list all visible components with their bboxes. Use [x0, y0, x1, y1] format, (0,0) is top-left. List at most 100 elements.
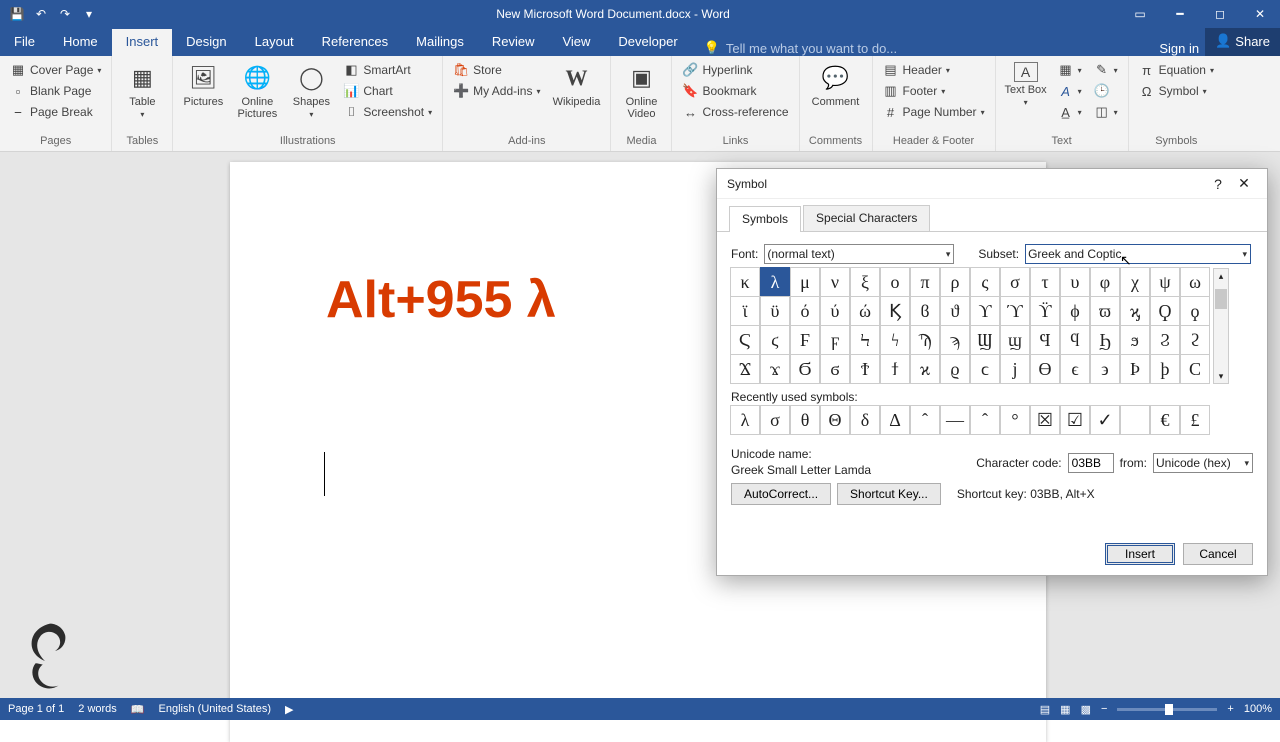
symbol-cell[interactable]: ο [880, 267, 910, 297]
symbol-cell[interactable]: Ϸ [1120, 354, 1150, 384]
equation-button[interactable]: πEquation▾ [1135, 60, 1218, 80]
tab-developer[interactable]: Developer [604, 29, 691, 56]
symbol-cell[interactable]: ϥ [1060, 325, 1090, 355]
sign-in-link[interactable]: Sign in [1159, 41, 1205, 56]
charcode-input[interactable] [1068, 453, 1114, 473]
recent-symbol-cell[interactable]: — [940, 405, 970, 435]
tab-references[interactable]: References [308, 29, 402, 56]
scroll-up-icon[interactable]: ▴ [1214, 269, 1228, 283]
symbol-cell[interactable]: Ϣ [970, 325, 1000, 355]
symbol-cell[interactable]: ξ [850, 267, 880, 297]
symbol-cell[interactable]: φ [1090, 267, 1120, 297]
recent-symbol-cell[interactable]: Θ [820, 405, 850, 435]
read-mode-icon[interactable]: ▤ [1040, 703, 1050, 716]
maximize-icon[interactable]: ◻ [1200, 0, 1240, 28]
page-break-button[interactable]: ⎯Page Break [6, 102, 105, 122]
tab-insert[interactable]: Insert [112, 29, 173, 56]
comment-button[interactable]: 💬Comment [806, 60, 866, 110]
symbol-cell[interactable]: Ϡ [910, 325, 940, 355]
help-icon[interactable]: ? [1205, 176, 1231, 192]
symbol-cell[interactable]: ϒ [970, 296, 1000, 326]
redo-icon[interactable]: ↷ [54, 3, 76, 25]
symbol-cell[interactable]: ϗ [1120, 296, 1150, 326]
recent-symbol-cell[interactable]: δ [850, 405, 880, 435]
symbol-cell[interactable]: ϱ [940, 354, 970, 384]
tab-home[interactable]: Home [49, 29, 112, 56]
symbol-cell[interactable]: Ϯ [850, 354, 880, 384]
symbol-cell[interactable]: π [910, 267, 940, 297]
zoom-in-icon[interactable]: + [1227, 703, 1233, 715]
tab-design[interactable]: Design [172, 29, 240, 56]
font-select[interactable]: (normal text) [764, 244, 954, 264]
cancel-button[interactable]: Cancel [1183, 543, 1253, 565]
symbol-cell[interactable]: ϓ [1000, 296, 1030, 326]
symbol-cell[interactable]: ϙ [1180, 296, 1210, 326]
symbol-cell[interactable]: ϰ [910, 354, 940, 384]
tab-file[interactable]: File [0, 29, 49, 56]
symbol-cell[interactable]: ϲ [970, 354, 1000, 384]
tab-special-characters[interactable]: Special Characters [803, 205, 930, 231]
drop-cap-button[interactable]: A̲▾ [1054, 102, 1086, 122]
undo-icon[interactable]: ↶ [30, 3, 52, 25]
shortcut-key-button[interactable]: Shortcut Key... [837, 483, 941, 505]
tab-view[interactable]: View [548, 29, 604, 56]
blank-page-button[interactable]: ▫Blank Page [6, 81, 105, 101]
my-addins-button[interactable]: ➕My Add-ins▾ [449, 81, 544, 101]
close-icon[interactable]: ✕ [1240, 0, 1280, 28]
object-button[interactable]: ◫▾ [1090, 102, 1122, 122]
symbol-cell[interactable]: ρ [940, 267, 970, 297]
symbol-cell[interactable]: Ϗ [880, 296, 910, 326]
symbol-cell[interactable]: τ [1030, 267, 1060, 297]
print-layout-icon[interactable]: ▦ [1060, 703, 1070, 716]
symbol-cell[interactable]: κ [730, 267, 760, 297]
recent-symbol-cell[interactable]: ° [1000, 405, 1030, 435]
symbol-button[interactable]: ΩSymbol▾ [1135, 81, 1218, 101]
wordart-button[interactable]: A▾ [1054, 81, 1086, 101]
symbol-cell[interactable]: Ϧ [1090, 325, 1120, 355]
symbol-cell[interactable]: Ϟ [850, 325, 880, 355]
recent-symbol-cell[interactable]: λ [730, 405, 760, 435]
symbol-cell[interactable]: Ϫ [730, 354, 760, 384]
symbol-cell[interactable]: ϡ [940, 325, 970, 355]
zoom-slider[interactable] [1117, 708, 1217, 711]
smartart-button[interactable]: ◧SmartArt [339, 60, 436, 80]
share-button[interactable]: 👤Share [1205, 28, 1280, 56]
symbol-cell[interactable]: ϫ [760, 354, 790, 384]
page-number-button[interactable]: #Page Number▾ [879, 102, 989, 122]
close-icon[interactable]: ✕ [1231, 175, 1257, 192]
footer-button[interactable]: ▥Footer▾ [879, 81, 989, 101]
recent-symbol-cell[interactable]: ☒ [1030, 405, 1060, 435]
symbol-cell[interactable]: ϛ [760, 325, 790, 355]
symbol-cell[interactable]: ϧ [1120, 325, 1150, 355]
recent-symbol-cell[interactable]: ✓ [1090, 405, 1120, 435]
minimize-icon[interactable]: ━ [1160, 0, 1200, 28]
chart-button[interactable]: 📊Chart [339, 81, 436, 101]
symbol-cell[interactable]: ϸ [1150, 354, 1180, 384]
symbol-cell[interactable]: ϟ [880, 325, 910, 355]
symbol-cell[interactable]: ν [820, 267, 850, 297]
recent-symbol-cell[interactable]: θ [790, 405, 820, 435]
symbol-cell[interactable]: μ [790, 267, 820, 297]
tab-mailings[interactable]: Mailings [402, 29, 478, 56]
zoom-level[interactable]: 100% [1244, 703, 1272, 715]
online-pictures-button[interactable]: 🌐Online Pictures [231, 60, 283, 122]
symbol-cell[interactable]: ψ [1150, 267, 1180, 297]
symbol-cell[interactable]: ϵ [1060, 354, 1090, 384]
date-time-button[interactable]: 🕒 [1090, 81, 1122, 101]
save-icon[interactable]: 💾 [6, 3, 28, 25]
header-button[interactable]: ▤Header▾ [879, 60, 989, 80]
pictures-button[interactable]: 🖼Pictures [179, 60, 227, 110]
scroll-down-icon[interactable]: ▾ [1214, 369, 1228, 383]
signature-line-button[interactable]: ✎▾ [1090, 60, 1122, 80]
shapes-button[interactable]: ◯Shapes▾ [287, 60, 335, 121]
symbol-cell[interactable]: ϴ [1030, 354, 1060, 384]
subset-select[interactable]: Greek and Coptic [1025, 244, 1251, 264]
zoom-out-icon[interactable]: − [1101, 703, 1107, 715]
tab-symbols[interactable]: Symbols [729, 206, 801, 232]
symbol-cell[interactable]: λ [760, 267, 790, 297]
symbol-cell[interactable]: Ϩ [1150, 325, 1180, 355]
recent-symbol-cell[interactable]: € [1150, 405, 1180, 435]
symbol-cell[interactable]: ώ [850, 296, 880, 326]
wikipedia-button[interactable]: WWikipedia [548, 60, 604, 110]
recent-symbol-cell[interactable]: Δ [880, 405, 910, 435]
